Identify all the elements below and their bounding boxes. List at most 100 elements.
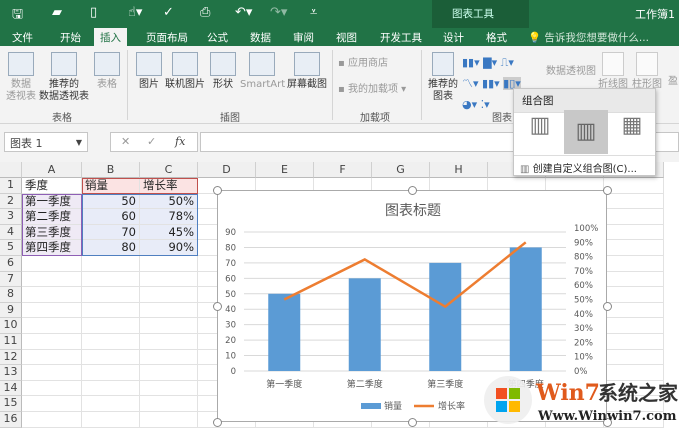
tab-data[interactable]: 数据 [250, 30, 271, 45]
cell[interactable] [604, 302, 664, 319]
cell[interactable] [140, 271, 198, 288]
cell[interactable] [140, 302, 198, 319]
column-header-B[interactable]: B [82, 162, 140, 178]
cell[interactable] [140, 396, 198, 412]
cell[interactable] [140, 334, 198, 350]
row-header-16[interactable]: 16 [0, 412, 22, 428]
waterfall-chart-icon[interactable]: ⎍▾ [501, 56, 514, 69]
name-box[interactable]: 图表 1 ▼ [4, 132, 88, 152]
resize-handle[interactable] [603, 186, 612, 195]
column-header-F[interactable]: F [314, 162, 372, 178]
cell[interactable] [82, 412, 140, 428]
cell[interactable] [22, 412, 82, 428]
cell[interactable] [22, 396, 82, 412]
cell[interactable] [604, 318, 664, 334]
column-header-E[interactable]: E [256, 162, 314, 178]
resize-handle[interactable] [408, 418, 417, 427]
cell[interactable] [604, 240, 664, 256]
cell[interactable] [604, 256, 664, 272]
sparkline-column-button[interactable]: 柱形图 [632, 52, 662, 91]
online-picture-button[interactable]: 联机图片 [165, 52, 205, 91]
column-header-A[interactable]: A [22, 162, 82, 178]
select-all-corner[interactable] [0, 162, 22, 178]
column-chart-icon[interactable]: ▮▮▾ [462, 56, 480, 69]
cell[interactable] [140, 256, 198, 272]
resize-handle[interactable] [213, 302, 222, 311]
cell[interactable] [604, 224, 664, 241]
insert-function-icon[interactable]: fx [175, 135, 185, 148]
resize-handle[interactable] [603, 302, 612, 311]
row-header-6[interactable]: 6 [0, 256, 22, 272]
tab-view[interactable]: 视图 [336, 30, 357, 45]
row-header-11[interactable]: 11 [0, 334, 22, 350]
cell[interactable] [82, 287, 140, 303]
sparkline-line-button[interactable]: 折线图 [598, 52, 628, 91]
customize-qat-icon[interactable]: ⩡ [310, 5, 317, 20]
cell[interactable] [22, 349, 82, 366]
cell[interactable] [82, 318, 140, 334]
sparkline-winloss-button[interactable]: 盈 [668, 76, 678, 88]
resize-handle[interactable] [213, 418, 222, 427]
tab-design[interactable]: 设计 [443, 30, 464, 45]
my-addins-button[interactable]: ▪ 我的加载项 ▾ [338, 84, 406, 96]
cell[interactable] [22, 380, 82, 397]
row-header-9[interactable]: 9 [0, 302, 22, 319]
new-icon[interactable]: ▯ [90, 5, 97, 20]
cell[interactable] [22, 365, 82, 381]
tab-insert[interactable]: 插入 [94, 28, 127, 46]
tab-developer[interactable]: 开发工具 [380, 30, 422, 45]
smartart-button[interactable]: SmartArt [240, 52, 285, 91]
cell[interactable] [140, 412, 198, 428]
row-header-13[interactable]: 13 [0, 365, 22, 381]
clustered-column-line-option[interactable]: ▥ [520, 113, 560, 151]
chevron-down-icon[interactable]: ▼ [76, 138, 82, 147]
cell[interactable] [604, 209, 664, 225]
cell[interactable] [140, 349, 198, 366]
cell[interactable] [82, 349, 140, 366]
resize-handle[interactable] [408, 186, 417, 195]
stacked-area-column-option[interactable]: ▦ [612, 113, 652, 151]
cell[interactable] [604, 193, 664, 210]
recommended-charts-button[interactable]: 推荐的 图表 [426, 52, 460, 103]
cell[interactable] [140, 318, 198, 334]
tab-home[interactable]: 开始 [60, 30, 81, 45]
row-header-10[interactable]: 10 [0, 318, 22, 334]
cell[interactable] [604, 178, 664, 194]
cancel-icon[interactable]: ✕ [121, 135, 130, 148]
column-header-G[interactable]: G [372, 162, 430, 178]
cell[interactable] [82, 380, 140, 397]
redo-icon[interactable]: ↷▾ [270, 5, 287, 20]
line-chart-icon[interactable]: 〽▾ [462, 77, 479, 90]
open-icon[interactable]: ▰ [52, 5, 62, 20]
row-header-14[interactable]: 14 [0, 380, 22, 397]
statistic-chart-icon[interactable]: ▮▮▾ [482, 77, 500, 90]
tab-file[interactable]: 文件 [12, 30, 33, 45]
enter-icon[interactable]: ✓ [147, 135, 156, 148]
pie-chart-icon[interactable]: ◕▾ [462, 98, 477, 111]
touch-mode-icon[interactable]: ☝▾ [128, 5, 142, 20]
store-button[interactable]: ▪ 应用商店 [338, 58, 388, 70]
cell[interactable] [82, 256, 140, 272]
cell[interactable] [604, 334, 664, 350]
column-header-C[interactable]: C [140, 162, 198, 178]
cell[interactable] [140, 287, 198, 303]
cell[interactable] [22, 271, 82, 288]
cell[interactable] [22, 287, 82, 303]
row-header-15[interactable]: 15 [0, 396, 22, 412]
resize-handle[interactable] [213, 186, 222, 195]
tab-format[interactable]: 格式 [486, 30, 507, 45]
save-icon[interactable]: 🖫 [12, 5, 23, 27]
row-header-12[interactable]: 12 [0, 349, 22, 366]
tab-page-layout[interactable]: 页面布局 [146, 30, 188, 45]
cell[interactable]: 季度 [22, 178, 82, 194]
table-button[interactable]: 表格 [92, 52, 122, 91]
cell[interactable] [82, 271, 140, 288]
row-header-1[interactable]: 1 [0, 178, 22, 194]
shapes-button[interactable]: 形状 [208, 52, 238, 91]
row-header-2[interactable]: 2 [0, 193, 22, 210]
row-header-4[interactable]: 4 [0, 224, 22, 241]
pivot-table-button[interactable]: 数据 透视表 [4, 52, 38, 103]
cell[interactable] [604, 271, 664, 288]
picture-button[interactable]: 图片 [134, 52, 164, 91]
undo-icon[interactable]: ↶▾ [235, 5, 252, 20]
